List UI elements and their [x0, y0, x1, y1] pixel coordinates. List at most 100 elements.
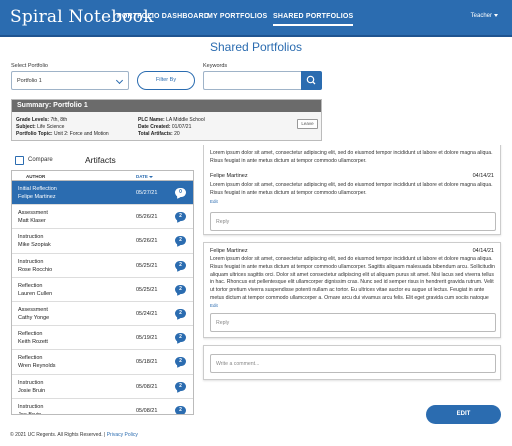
plc-name: PLC Name: LA Middle School	[138, 117, 205, 123]
artifact-row[interactable]: Instruction Joe Bruin 05/08/21 2	[12, 399, 193, 415]
reply-input[interactable]: Reply	[210, 313, 496, 332]
total-artifacts: Total Artifacts: 20	[138, 131, 180, 137]
artifact-type: Reflection	[18, 331, 43, 338]
page-title: Shared Portfolios	[209, 40, 303, 54]
artifacts-list: AUTHOR DATE Initial Reflection Felipe Mar…	[11, 170, 194, 415]
write-comment-card: Write a comment...	[203, 345, 501, 380]
artifact-row[interactable]: Instruction Josie Bruin 05/08/21 2	[12, 375, 193, 399]
comment-text: Lorem ipsum dolor sit amet, consectetur …	[210, 150, 493, 164]
top-navigation-bar: Spiral Notebook PORTFOLIO DASHBOARD MY P…	[0, 0, 512, 37]
portfolio-select-value: Portfolio 1	[17, 78, 42, 84]
comment-card: Felipe Martinez 04/14/21 Lorem ipsum dol…	[203, 242, 501, 338]
artifact-date: 05/26/21	[136, 214, 158, 221]
artifact-date: 05/25/21	[136, 262, 158, 269]
user-menu[interactable]: Teacher	[471, 13, 498, 19]
artifact-row[interactable]: Instruction Rose Rocchio 05/25/21 2	[12, 254, 193, 278]
chevron-down-icon	[494, 13, 498, 17]
compare-checkbox[interactable]	[15, 156, 24, 165]
select-portfolio-label: Select Portfolio	[11, 63, 48, 69]
portfolio-select[interactable]: Portfolio 1	[11, 71, 129, 90]
comment-count-icon: 2	[175, 260, 186, 270]
artifact-type: Reflection	[18, 282, 43, 289]
artifact-row[interactable]: Reflection Keith Rozett 05/19/21 2	[12, 326, 193, 351]
artifact-row[interactable]: Reflection Lauren Cullen 05/25/21 2	[12, 278, 193, 302]
comment-count-icon: 2	[175, 333, 186, 343]
keywords-input[interactable]	[203, 71, 301, 90]
artifact-row[interactable]: Assessment Matt Klaser 05/26/21 2	[12, 205, 193, 230]
artifact-author: Cathy Yonge	[18, 314, 50, 321]
author-column-header[interactable]: AUTHOR	[26, 174, 45, 179]
filter-by-button[interactable]: Filter By	[137, 71, 195, 90]
privacy-policy-link[interactable]: Privacy Policy	[107, 432, 138, 438]
artifact-author: Lauren Cullen	[18, 290, 53, 297]
artifact-type: Instruction	[18, 234, 44, 241]
artifact-type: Assessment	[18, 306, 48, 313]
footer: © 2021 UC Regents. All Rights Reserved. …	[10, 432, 138, 438]
nav-shared-portfolios[interactable]: SHARED PORTFOLIOS	[273, 13, 354, 26]
portfolio-summary: Summary: Portfolio 1 Grade Levels: 7th, …	[11, 99, 322, 141]
artifact-date: 05/25/21	[136, 286, 158, 293]
artifact-date: 05/24/21	[136, 310, 158, 317]
artifact-author: Rose Rocchio	[18, 266, 53, 273]
comment-author: Felipe Martinez	[210, 248, 248, 254]
artifact-type: Instruction	[18, 403, 44, 410]
user-name: Teacher	[470, 13, 492, 19]
artifact-type: Instruction	[18, 258, 44, 265]
leave-button[interactable]: Leave	[297, 119, 318, 129]
artifact-author: Keith Rozett	[18, 339, 48, 346]
edit-button[interactable]: EDIT	[426, 405, 501, 424]
comment-date: 04/14/21	[472, 173, 494, 179]
subject: Subject: Life Science	[16, 124, 65, 130]
footer-separator: |	[104, 432, 106, 438]
copyright-text: © 2021 UC Regents. All Rights Reserved.	[10, 432, 103, 438]
compare-label: Compare	[28, 157, 53, 163]
date-created: Date Created: 01/07/21	[138, 124, 192, 130]
artifact-row[interactable]: Initial Reflection Felipe Martinez 05/27/2…	[12, 181, 193, 206]
comment-count-icon: 2	[175, 212, 186, 222]
artifact-author: Felipe Martinez	[18, 194, 56, 200]
nav-my-portfolios[interactable]: MY PORTFOLIOS	[207, 13, 267, 20]
chevron-down-icon	[115, 76, 124, 85]
artifact-row[interactable]: Reflection Wren Reynolds 05/18/21 2	[12, 350, 193, 375]
date-column-header[interactable]: DATE	[136, 174, 153, 179]
artifact-author: Matt Klaser	[18, 218, 46, 225]
artifact-type: Initial Reflection	[18, 186, 57, 192]
edit-link[interactable]: Edit	[210, 303, 218, 308]
comment-count-icon: 2	[175, 381, 186, 391]
artifact-row[interactable]: Assessment Cathy Yonge 05/24/21 2	[12, 302, 193, 327]
edit-link[interactable]: Edit	[210, 199, 218, 204]
reply-input[interactable]: Reply	[210, 212, 496, 231]
artifact-date: 05/27/21	[136, 190, 158, 196]
artifact-author: Joe Bruin	[18, 411, 42, 415]
artifact-date: 05/18/21	[136, 359, 158, 366]
artifact-date: 05/08/21	[136, 383, 158, 390]
artifacts-title: Artifacts	[85, 155, 116, 165]
nav-portfolio-dashboard[interactable]: PORTFOLIO DASHBOARD	[117, 13, 209, 20]
artifacts-header: AUTHOR DATE	[12, 171, 193, 181]
comment-count-icon: 2	[175, 405, 186, 414]
comment-count-icon: 2	[175, 357, 186, 367]
summary-title: Summary: Portfolio 1	[12, 100, 321, 112]
artifact-type: Instruction	[18, 379, 44, 386]
comment-date: 04/14/21	[472, 248, 494, 254]
artifact-date: 05/08/21	[136, 407, 158, 414]
artifact-row[interactable]: Instruction Mike Szopiak 05/26/21 2	[12, 229, 193, 254]
keywords-label: Keywords	[203, 63, 228, 69]
portfolio-topic: Portfolio Topic: Unit 2: Force and Motio…	[16, 131, 109, 137]
comment-author: Felipe Martinez	[210, 173, 248, 179]
artifact-author: Josie Bruin	[18, 387, 46, 394]
comment-count-icon: 0	[175, 188, 186, 197]
comment-count-icon: 2	[175, 284, 186, 294]
artifact-author: Mike Szopiak	[18, 242, 51, 249]
search-button[interactable]	[301, 71, 322, 90]
comment-text: Lorem ipsum dolor sit amet, consectetur …	[210, 256, 495, 303]
comment-count-icon: 2	[175, 236, 186, 246]
sort-down-icon	[148, 175, 153, 178]
write-comment-input[interactable]: Write a comment...	[210, 354, 496, 373]
artifact-author: Wren Reynolds	[18, 363, 56, 370]
comment-count-icon: 2	[175, 308, 186, 318]
comment-card: Lorem ipsum dolor sit amet, consectetur …	[203, 145, 501, 235]
artifact-type: Reflection	[18, 355, 43, 362]
search-icon	[306, 75, 316, 85]
artifact-date: 05/19/21	[136, 335, 158, 342]
